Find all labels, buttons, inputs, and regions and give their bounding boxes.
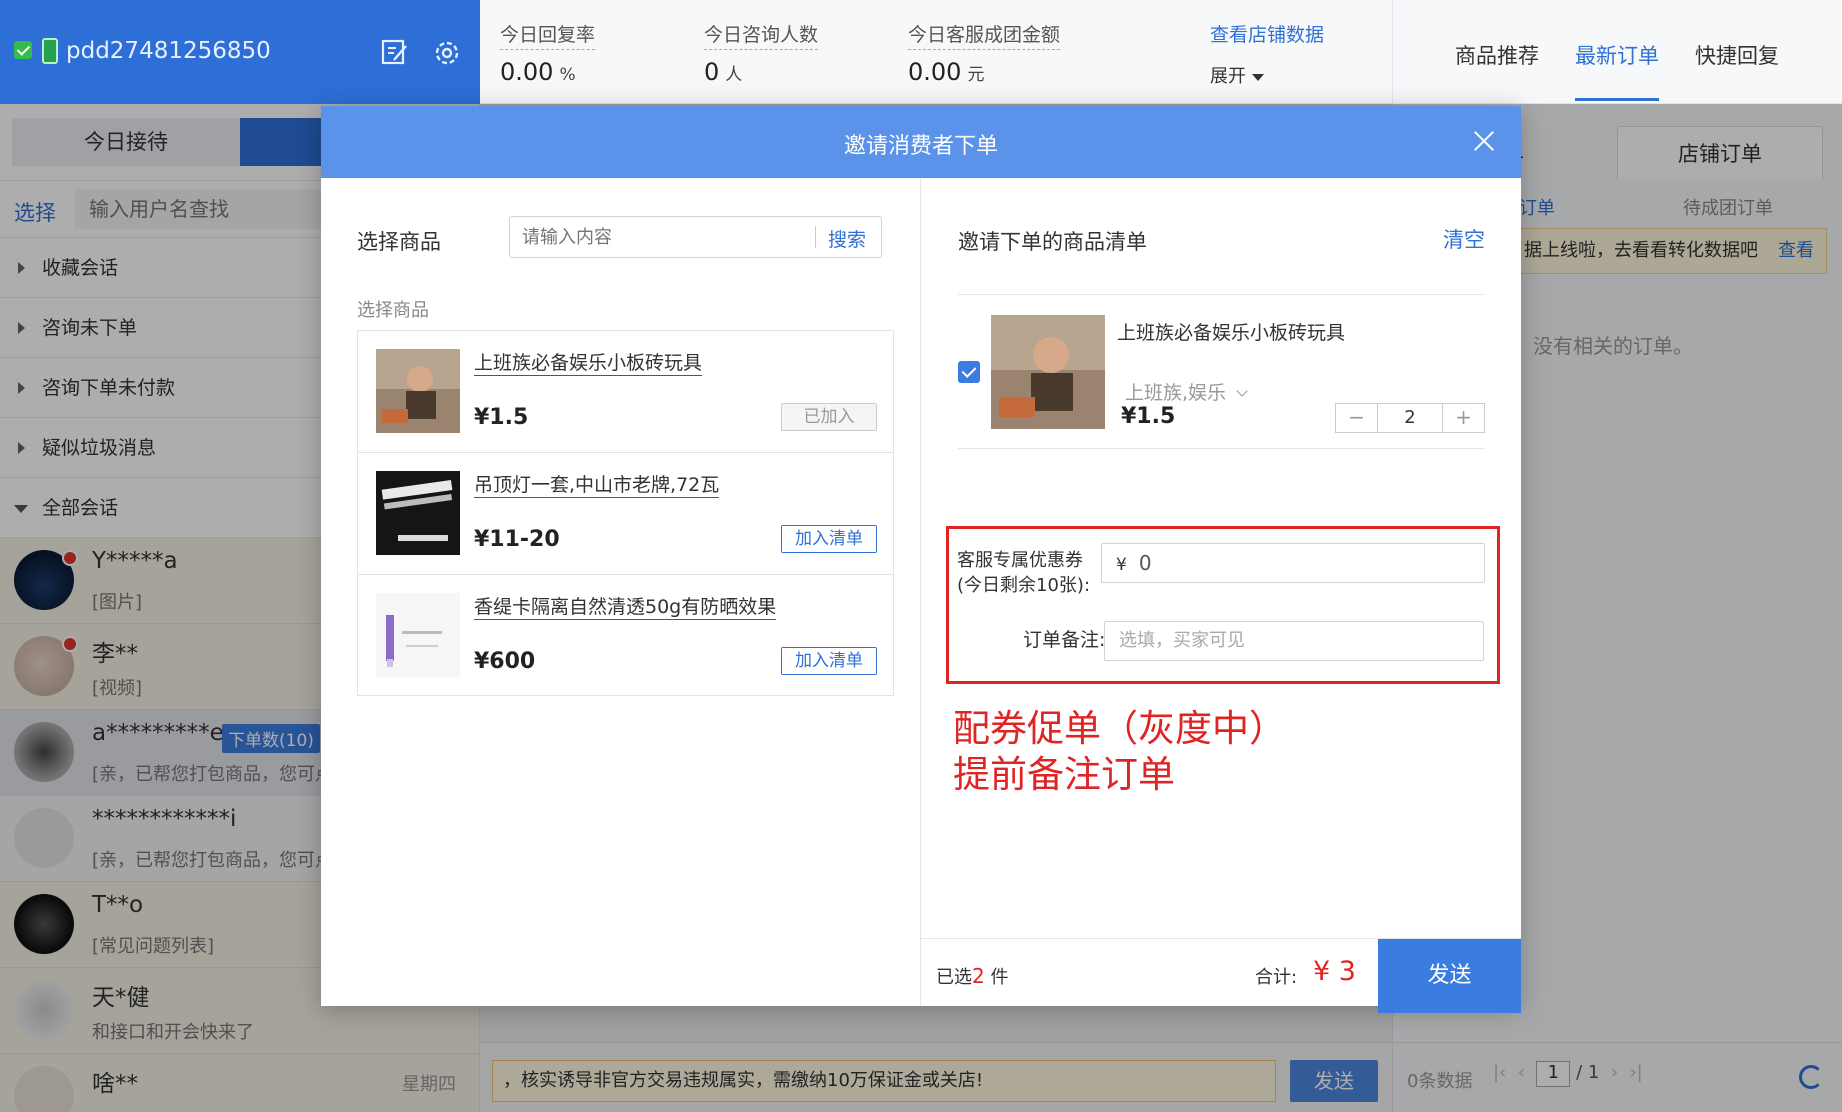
chevron-down-icon [1236, 385, 1248, 397]
caret-down-icon [1252, 73, 1264, 81]
stat-consult-count: 今日咨询人数 0人 [704, 20, 819, 86]
added-button[interactable]: 已加入 [781, 403, 877, 431]
divider [958, 294, 1485, 295]
order-list-pane: 邀请下单的商品清单 清空 上班族必备娱乐小板砖玩具 上班族,娱乐 ¥1.5 − … [921, 178, 1521, 1013]
modal-footer: 已选2 件 合计: ¥ 3 发送 [921, 938, 1521, 1013]
product-thumbnail [376, 471, 460, 555]
stat-label: 今日客服成团金额 [908, 20, 1061, 50]
order-remark-input[interactable]: 选填，买家可见 [1104, 621, 1484, 661]
product-price: ¥11-20 [474, 527, 560, 552]
total-label: 合计: [1255, 967, 1298, 988]
stat-label: 今日回复率 [500, 20, 596, 50]
stat-reply-rate: 今日回复率 0.00% [500, 20, 596, 86]
edit-icon[interactable] [380, 38, 408, 66]
product-row: 上班族必备娱乐小板砖玩具 ¥1.5 已加入 [358, 331, 893, 453]
remark-label: 订单备注: [1023, 629, 1106, 651]
expand-dropdown[interactable]: 展开 [1210, 62, 1264, 88]
product-title[interactable]: 香缇卡隔离自然清透50g有防晒效果 [474, 595, 777, 620]
decrease-button[interactable]: − [1336, 404, 1378, 432]
product-list-label: 选择商品 [357, 300, 429, 321]
account-bar: pdd27481256850 [0, 0, 480, 104]
add-to-list-button[interactable]: 加入清单 [781, 647, 877, 675]
stat-unit: 人 [725, 65, 743, 85]
sku-selector[interactable]: 上班族,娱乐 [1125, 378, 1248, 405]
annotation-text: 配券促单（灰度中） 提前备注订单 [953, 706, 1286, 798]
coupon-label: 客服专属优惠券 (今日剩余10张): [957, 548, 1090, 598]
quantity-input[interactable]: 2 [1378, 404, 1442, 432]
item-checkbox[interactable] [958, 361, 980, 383]
invite-order-modal: 邀请消费者下单 选择商品 搜索 选择商品 上班族必备娱乐小板砖玩具 ¥1.5 [321, 106, 1521, 1013]
coupon-label-line2: (今日剩余10张): [957, 575, 1091, 596]
annotation-line2: 提前备注订单 [953, 753, 1175, 796]
product-selection-pane: 选择商品 搜索 选择商品 上班族必备娱乐小板砖玩具 ¥1.5 已加入 [321, 178, 921, 1006]
product-thumbnail [376, 593, 460, 677]
account-name: pdd27481256850 [66, 38, 271, 64]
select-product-label: 选择商品 [357, 230, 441, 254]
stat-value: 0.00 [500, 58, 554, 86]
coupon-amount-input[interactable]: ¥0 [1101, 543, 1485, 583]
item-thumbnail [991, 315, 1105, 429]
stats-bar: 今日回复率 0.00% 今日咨询人数 0人 今日客服成团金额 0.00 元 查看店… [480, 0, 1392, 104]
item-title: 上班族必备娱乐小板砖玩具 [1117, 322, 1346, 344]
tab-latest-orders[interactable]: 最新订单 [1575, 40, 1659, 101]
search-button[interactable]: 搜索 [828, 225, 866, 252]
product-row: 吊顶灯一套,中山市老牌,72瓦 ¥11-20 加入清单 [358, 453, 893, 575]
selected-suffix: 件 [984, 967, 1009, 988]
quantity-stepper: − 2 + [1335, 403, 1485, 433]
increase-button[interactable]: + [1442, 404, 1484, 432]
coupon-label-line1: 客服专属优惠券 [957, 550, 1083, 571]
product-list: 上班族必备娱乐小板砖玩具 ¥1.5 已加入 吊顶灯一套,中山市老牌,72瓦 ¥1… [357, 330, 894, 696]
coupon-value: 0 [1138, 551, 1152, 575]
search-divider [815, 226, 816, 248]
product-price: ¥600 [474, 649, 536, 674]
modal-title: 邀请消费者下单 [843, 134, 998, 159]
divider [958, 448, 1485, 449]
product-search-input[interactable] [510, 217, 815, 257]
selected-prefix: 已选 [936, 967, 972, 988]
product-price: ¥1.5 [474, 405, 529, 430]
stat-group-amount: 今日客服成团金额 0.00 元 [908, 20, 1061, 86]
send-button[interactable]: 发送 [1378, 939, 1521, 1013]
modal-header: 邀请消费者下单 [321, 106, 1521, 178]
item-price: ¥1.5 [1121, 404, 1176, 429]
clear-list-link[interactable]: 清空 [1443, 224, 1485, 254]
order-list-title: 邀请下单的商品清单 [958, 230, 1147, 254]
tab-product-recommend[interactable]: 商品推荐 [1455, 40, 1539, 70]
product-thumbnail [376, 349, 460, 433]
stat-unit: 元 [967, 65, 985, 85]
annotation-line1: 配券促单（灰度中） [953, 707, 1286, 750]
product-title[interactable]: 吊顶灯一套,中山市老牌,72瓦 [474, 473, 720, 498]
product-search-box: 搜索 [509, 216, 882, 258]
product-row: 香缇卡隔离自然清透50g有防晒效果 ¥600 加入清单 [358, 575, 893, 697]
phone-icon [42, 38, 58, 64]
selected-count: 已选2 件 [936, 963, 1008, 989]
right-nav: 商品推荐 最新订单 快捷回复 [1392, 0, 1842, 104]
product-title[interactable]: 上班族必备娱乐小板砖玩具 [474, 351, 703, 376]
tab-quick-reply[interactable]: 快捷回复 [1695, 40, 1779, 70]
online-check-icon [14, 41, 32, 59]
total-amount: ¥ 3 [1313, 956, 1356, 987]
close-icon[interactable] [1469, 126, 1499, 156]
expand-label: 展开 [1210, 66, 1246, 87]
stat-value: 0 [704, 58, 720, 86]
stat-unit: % [559, 65, 576, 85]
top-bar: pdd27481256850 今日回复率 0.00% 今日咨询人数 0人 今日客… [0, 0, 1842, 104]
selected-number: 2 [972, 964, 985, 988]
stat-label: 今日咨询人数 [704, 20, 819, 50]
gear-icon[interactable] [432, 38, 462, 68]
add-to-list-button[interactable]: 加入清单 [781, 525, 877, 553]
store-data-link[interactable]: 查看店铺数据 [1210, 20, 1324, 47]
sku-label: 上班族,娱乐 [1125, 382, 1227, 404]
currency-symbol: ¥ [1116, 555, 1127, 575]
stat-value: 0.00 [908, 58, 962, 86]
